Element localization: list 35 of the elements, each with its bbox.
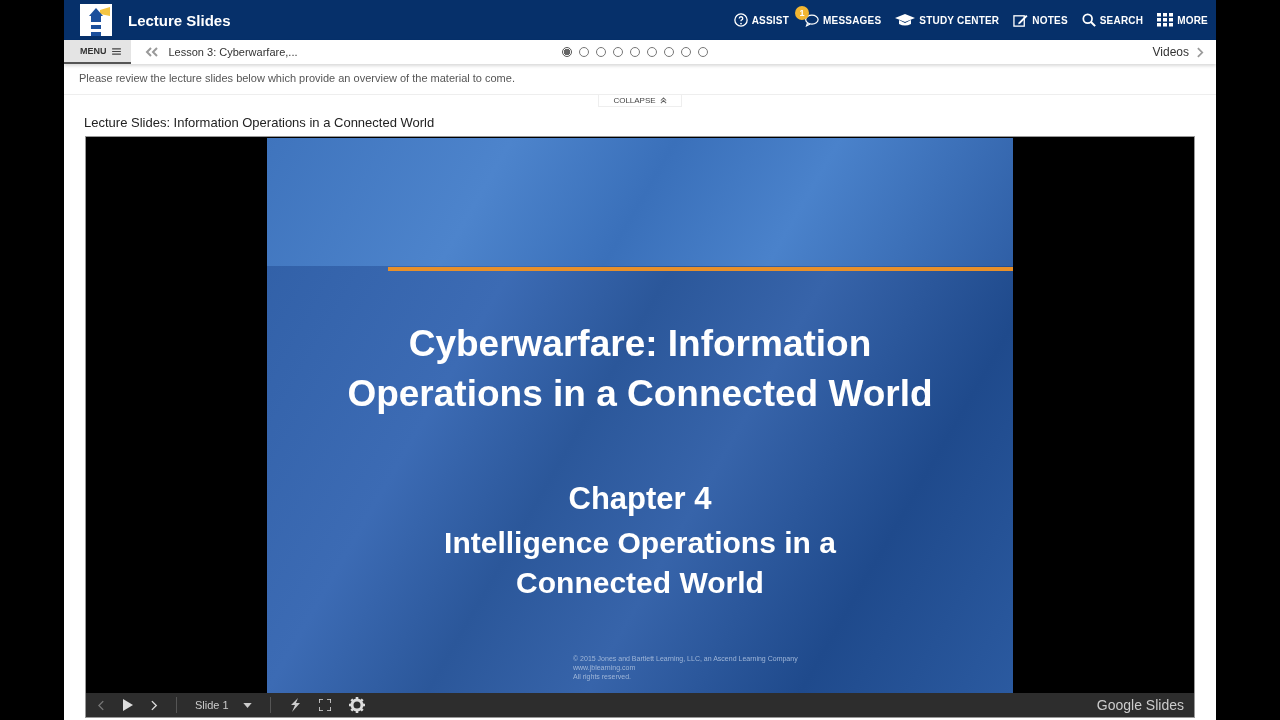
- grid-icon: [1157, 13, 1174, 27]
- settings-icon[interactable]: [348, 697, 365, 713]
- collapse-button[interactable]: COLLAPSE: [598, 95, 682, 107]
- dropdown-caret-icon[interactable]: [242, 702, 252, 708]
- double-chevron-up-icon: [659, 97, 667, 104]
- nav-link[interactable]: SEARCH: [1073, 0, 1144, 40]
- help-icon: [733, 13, 748, 27]
- menu-button[interactable]: MENU: [64, 40, 131, 64]
- previous-lesson-link[interactable]: Lesson 3: Cyberwarfare,...: [168, 46, 298, 58]
- search-icon: [1081, 13, 1096, 27]
- slide-title: Cyberwarfare: Information Operations in a Connected World: [347, 322, 933, 416]
- nav-link[interactable]: ASSIST: [725, 0, 789, 40]
- speech-bubble-icon: [803, 13, 819, 27]
- nav-link[interactable]: STUDY CENTER: [887, 0, 1000, 40]
- slide-selector[interactable]: Slide 1: [195, 699, 229, 711]
- double-chevron-left-icon[interactable]: [144, 47, 159, 57]
- brand-text: Google Slides: [1096, 697, 1184, 713]
- pencil-note-icon: [1013, 12, 1029, 28]
- app-title: Lecture Slides: [128, 11, 231, 29]
- page-dot[interactable]: [561, 47, 572, 57]
- play-icon[interactable]: [123, 699, 133, 711]
- fullscreen-icon[interactable]: [318, 699, 331, 711]
- nav-link[interactable]: MORE: [1149, 0, 1208, 40]
- graduation-cap-icon: [895, 13, 916, 27]
- chapter-label: Chapter 4: [568, 481, 712, 517]
- intro-text: Please review the lecture slides below which provide an overview of the material to come.: [79, 72, 516, 84]
- slide-subtitle: Intelligence Operations in a Connected World: [444, 525, 836, 601]
- next-section-link[interactable]: Videos: [1152, 45, 1189, 59]
- chevron-left-icon[interactable]: [98, 699, 105, 711]
- notification-badge: 1: [795, 5, 809, 20]
- nav-link[interactable]: NOTES: [1005, 0, 1068, 40]
- menu-icon: [111, 47, 121, 55]
- section-title: Lecture Slides: Information Operations in a Connected World: [84, 115, 436, 130]
- lighthouse-logo-icon: [80, 4, 112, 36]
- nav-link[interactable]: 1 MESSAGES: [795, 0, 882, 40]
